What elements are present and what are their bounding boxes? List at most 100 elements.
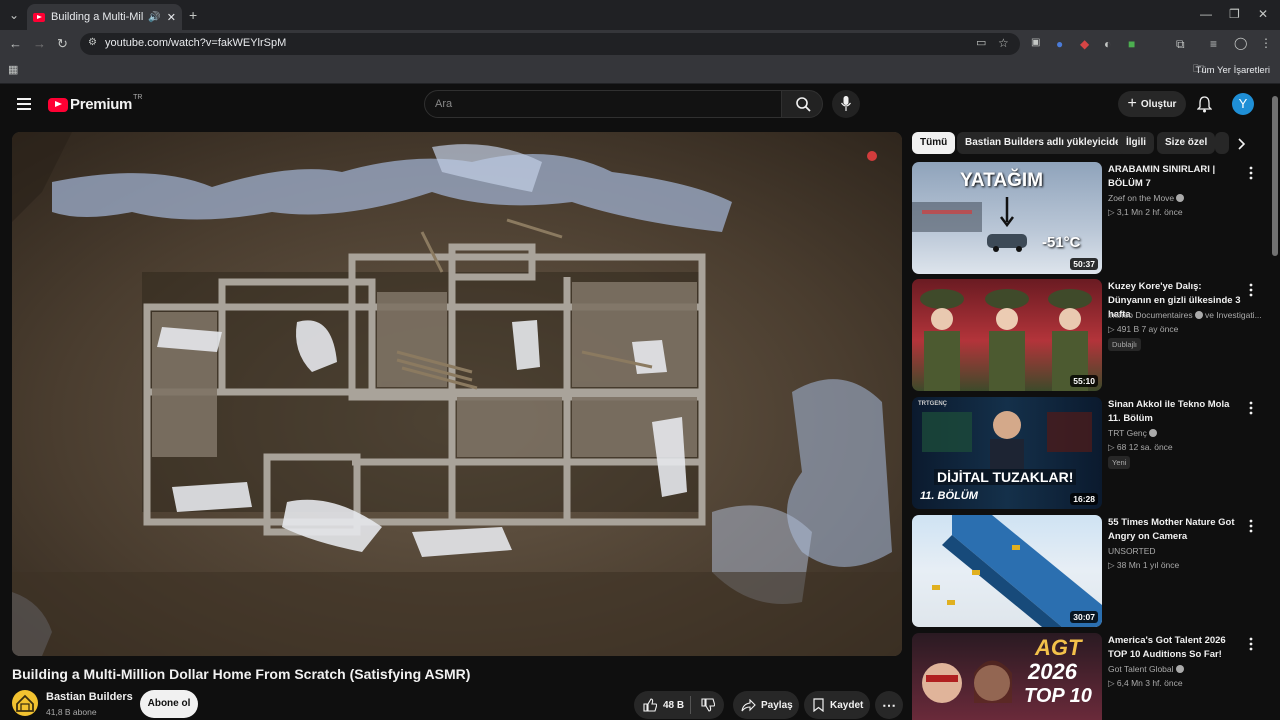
tab-title: Building a Multi-Million Dollar Home xyxy=(51,11,144,23)
media-control-icon[interactable]: ≡ xyxy=(1210,38,1217,50)
chip-partial[interactable] xyxy=(1215,132,1229,154)
extension-blue-icon[interactable]: ● xyxy=(1056,38,1063,50)
cast-icon[interactable]: ▭ xyxy=(976,38,986,49)
save-label: Kaydet xyxy=(830,699,864,711)
extension-red-icon[interactable]: ◆ xyxy=(1080,38,1089,50)
like-dislike-group: 48 B xyxy=(634,691,724,719)
like-button[interactable]: 48 B xyxy=(634,698,690,712)
chip-from-uploader[interactable]: Bastian Builders adlı yükleyiciden xyxy=(957,132,1135,154)
recommendation-item[interactable]: 30:07 55 Times Mother Nature Got Angry o… xyxy=(912,515,1262,627)
page-scrollbar[interactable] xyxy=(1272,96,1278,256)
bookmarks-bar: ▦ 🗀 Tüm Yer İşaretleri xyxy=(0,58,1280,84)
chip-related[interactable]: İlgili xyxy=(1118,132,1154,154)
site-info-icon[interactable]: ⚙ xyxy=(88,38,97,48)
video-thumbnail[interactable]: AGT 2026 TOP 10 xyxy=(912,633,1102,720)
chip-all[interactable]: Tümü xyxy=(912,132,956,154)
channel-label: imineo Documentaires xyxy=(1108,310,1193,320)
thumbnail-caption: DİJİTAL TUZAKLAR! xyxy=(934,469,1077,485)
video-duration: 55:10 xyxy=(1070,375,1098,387)
apps-grid-icon[interactable]: ▦ xyxy=(8,65,18,76)
hamburger-menu-icon[interactable] xyxy=(17,98,31,110)
recommendation-meta: ▷ 68 12 sa. önce xyxy=(1108,442,1173,452)
new-tab-icon[interactable]: + xyxy=(189,8,197,22)
video-thumbnail[interactable]: 30:07 xyxy=(912,515,1102,627)
recommendation-channel[interactable]: Got Talent Global xyxy=(1108,664,1184,674)
logo-region: TR xyxy=(133,94,143,101)
thumbs-down-icon xyxy=(701,698,715,712)
reload-icon[interactable]: ↻ xyxy=(57,37,68,50)
like-count: 48 B xyxy=(663,699,685,711)
video-player[interactable] xyxy=(12,132,902,656)
search-button[interactable] xyxy=(781,90,823,118)
video-thumbnail[interactable]: TRTGENÇ DİJİTAL TUZAKLAR! 11. BÖLÜM 16:2… xyxy=(912,397,1102,509)
account-avatar[interactable]: Y xyxy=(1232,93,1254,115)
extensions-puzzle-icon[interactable]: ⧉ xyxy=(1176,38,1185,50)
youtube-premium-logo[interactable]: Premium TR xyxy=(48,94,143,113)
minimize-icon[interactable]: — xyxy=(1200,8,1212,20)
dislike-button[interactable] xyxy=(691,698,715,712)
recommendation-channel[interactable]: TRT Genç xyxy=(1108,428,1157,438)
recommendation-title[interactable]: Sinan Akkol ile Tekno Mola 11. Bölüm xyxy=(1108,398,1244,426)
video-thumbnail[interactable]: 55:10 xyxy=(912,279,1102,391)
recommendation-item[interactable]: YATAĞIM -51°C 50:37 ARABAMIN SINIRLARI |… xyxy=(912,162,1262,274)
share-label: Paylaş xyxy=(761,699,793,711)
extension-green-icon[interactable]: ■ xyxy=(1128,38,1135,50)
recommendation-channel[interactable]: UNSORTED xyxy=(1108,546,1156,556)
recommendation-channel[interactable]: imineo Documentaires ve Investigati... xyxy=(1108,310,1262,320)
tab-close-icon[interactable]: ✕ xyxy=(167,11,176,24)
house-logo-icon xyxy=(16,694,34,712)
recommendation-item[interactable]: 55:10 Kuzey Kore'ye Dalış: Dünyanın en g… xyxy=(912,279,1262,391)
recommendation-title[interactable]: 55 Times Mother Nature Got Angry on Came… xyxy=(1108,516,1244,544)
channel-avatar[interactable] xyxy=(12,690,38,716)
subscribe-button[interactable]: Abone ol xyxy=(140,690,198,718)
recommendation-title[interactable]: America's Got Talent 2026 TOP 10 Auditio… xyxy=(1108,634,1244,662)
address-bar-row: ← → ↻ ⚙ youtube.com/watch?v=fakWEYlrSpM … xyxy=(0,30,1280,58)
speaker-icon[interactable]: 🔊 xyxy=(148,12,160,23)
more-horizontal-icon: ⋯ xyxy=(882,696,896,713)
search-input[interactable] xyxy=(425,91,781,117)
verified-icon xyxy=(1194,311,1203,319)
kebab-menu-icon[interactable] xyxy=(1246,400,1256,416)
thumbnail-year: 2026 xyxy=(1028,659,1077,684)
url-bar[interactable]: ⚙ youtube.com/watch?v=fakWEYlrSpM ▭ ☆ xyxy=(80,33,1020,55)
recommendation-channel[interactable]: Zoef on the Move xyxy=(1108,193,1185,203)
recommendation-item[interactable]: AGT 2026 TOP 10 America's Got Talent 202… xyxy=(912,633,1262,720)
kebab-menu-icon[interactable] xyxy=(1246,518,1256,534)
create-button[interactable]: + Oluştur xyxy=(1118,91,1186,117)
youtube-favicon-icon xyxy=(33,12,45,22)
tab-search-icon[interactable]: ⌄ xyxy=(9,9,19,21)
maximize-icon[interactable]: ❐ xyxy=(1229,8,1240,20)
save-button[interactable]: Kaydet xyxy=(804,691,870,719)
notifications-bell-icon[interactable] xyxy=(1197,96,1212,113)
window-close-icon[interactable]: ✕ xyxy=(1258,8,1268,20)
bookmark-star-icon[interactable]: ☆ xyxy=(998,37,1009,49)
kebab-menu-icon[interactable] xyxy=(1246,636,1256,652)
video-title: Building a Multi-Million Dollar Home Fro… xyxy=(12,666,471,682)
forward-icon[interactable]: → xyxy=(33,37,46,50)
share-icon xyxy=(741,698,756,711)
back-icon[interactable]: ← xyxy=(9,37,22,50)
recommendation-meta: ▷ 38 Mn 1 yıl önce xyxy=(1108,560,1180,570)
chevron-right-icon[interactable] xyxy=(1238,138,1246,150)
browser-menu-icon[interactable]: ⋮ xyxy=(1260,37,1272,49)
video-thumbnail[interactable]: YATAĞIM -51°C 50:37 xyxy=(912,162,1102,274)
search-icon xyxy=(796,97,811,112)
kebab-menu-icon[interactable] xyxy=(1246,282,1256,298)
extension-icon[interactable]: ▣ xyxy=(1031,38,1040,48)
share-button[interactable]: Paylaş xyxy=(733,691,799,719)
kebab-menu-icon[interactable] xyxy=(1246,165,1256,181)
all-bookmarks-link[interactable]: Tüm Yer İşaretleri xyxy=(1196,65,1270,76)
channel-name[interactable]: Bastian Builders xyxy=(46,691,133,703)
extension-circle-icon[interactable]: ◐ xyxy=(1104,38,1111,50)
voice-search-button[interactable] xyxy=(832,90,860,118)
verified-icon xyxy=(1175,665,1184,673)
browser-tab[interactable]: Building a Multi-Million Dollar Home 🔊 ✕ xyxy=(27,4,182,30)
subscriber-count: 41,8 B abone xyxy=(46,707,97,717)
search-box[interactable] xyxy=(424,90,782,118)
recommendation-title[interactable]: ARABAMIN SINIRLARI | BÖLÜM 7 xyxy=(1108,163,1244,191)
chip-for-you[interactable]: Size özel xyxy=(1157,132,1216,154)
more-actions-button[interactable]: ⋯ xyxy=(875,691,903,719)
recommendation-item[interactable]: TRTGENÇ DİJİTAL TUZAKLAR! 11. BÖLÜM 16:2… xyxy=(912,397,1262,509)
thumbs-up-icon xyxy=(643,698,657,712)
profile-icon[interactable]: ◯ xyxy=(1234,37,1247,49)
